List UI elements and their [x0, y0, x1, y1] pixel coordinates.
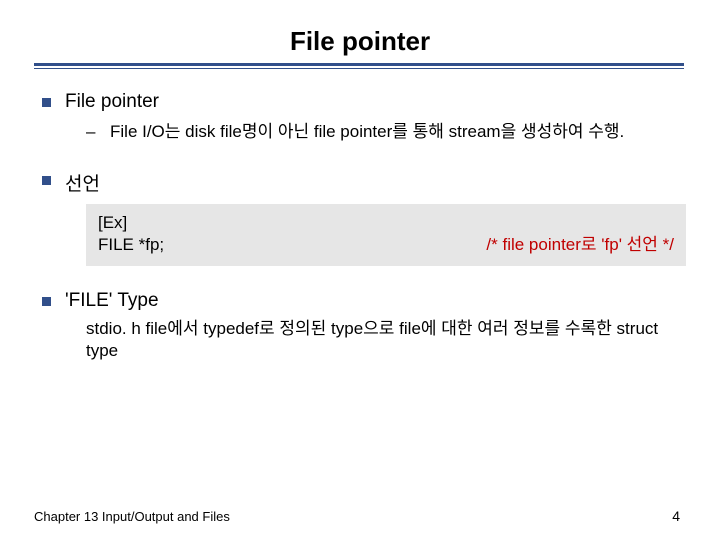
bullet-item-declaration: 선언	[42, 169, 678, 196]
bullet-head: 'FILE' Type	[65, 290, 159, 312]
square-bullet-icon	[42, 176, 51, 185]
footer-page-number: 4	[672, 508, 680, 524]
code-comment: /* file pointer로 'fp' 선언 */	[486, 234, 674, 256]
slide-body: File pointer – File I/O는 disk file명이 아닌 …	[34, 69, 686, 362]
sub-item-file-io: – File I/O는 disk file명이 아닌 file pointer를…	[86, 121, 678, 143]
square-bullet-icon	[42, 297, 51, 306]
bullet-head: File pointer	[65, 91, 159, 113]
code-line-ex: [Ex]	[98, 212, 674, 234]
square-bullet-icon	[42, 98, 51, 107]
code-line-decl: FILE *fp; /* file pointer로 'fp' 선언 */	[98, 234, 674, 256]
sub-text: File I/O는 disk file명이 아닌 file pointer를 통…	[110, 121, 624, 143]
title-rule-thick	[34, 63, 684, 66]
slide: File pointer File pointer – File I/O는 di…	[0, 0, 720, 540]
bullet-item-file-type: 'FILE' Type	[42, 290, 678, 312]
bullet-head: 선언	[65, 169, 100, 196]
title-wrap: File pointer	[34, 26, 686, 57]
file-type-description: stdio. h file에서 typedef로 정의된 type으로 file…	[86, 318, 678, 362]
bullet-item-file-pointer: File pointer	[42, 91, 678, 113]
footer-chapter: Chapter 13 Input/Output and Files	[34, 509, 230, 524]
code-example-box: [Ex] FILE *fp; /* file pointer로 'fp' 선언 …	[86, 204, 686, 266]
slide-title: File pointer	[290, 26, 430, 57]
code-declaration: FILE *fp;	[98, 234, 164, 256]
dash-bullet-icon: –	[86, 121, 100, 143]
